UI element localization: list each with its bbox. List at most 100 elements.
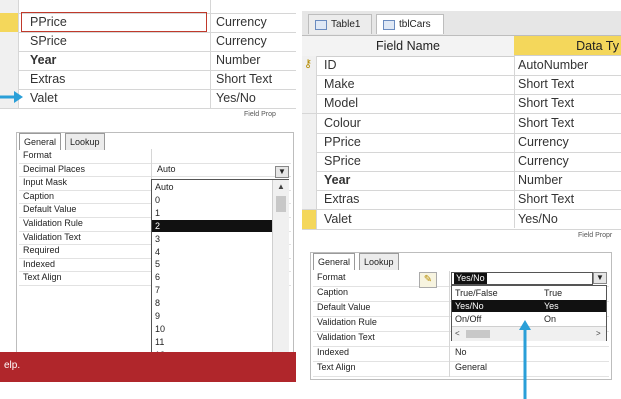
property-value[interactable]: Auto — [157, 163, 176, 176]
field-row[interactable]: ⚷ ID AutoNumber — [302, 56, 621, 76]
data-type-cell[interactable]: Short Text — [518, 96, 574, 110]
field-row[interactable]: PPrice Currency — [302, 132, 621, 153]
field-name-cell[interactable]: Extras — [324, 192, 359, 206]
field-name-cell[interactable]: PPrice — [21, 12, 207, 32]
row-selector — [0, 0, 19, 13]
field-name-cell[interactable]: SPrice — [30, 34, 67, 48]
tab-lookup[interactable]: Lookup — [359, 253, 399, 270]
field-row[interactable]: Extras Short Text — [0, 70, 296, 90]
field-row[interactable]: Year Number — [0, 51, 296, 71]
scroll-up-icon[interactable]: ▲ — [277, 182, 285, 191]
property-value[interactable]: General — [455, 361, 487, 374]
field-name-cell[interactable]: Colour — [324, 116, 361, 130]
property-value[interactable]: No — [455, 346, 467, 359]
format-option[interactable]: Yes/No Yes — [452, 300, 606, 313]
field-name-cell[interactable]: SPrice — [324, 154, 361, 168]
field-name-cell[interactable]: PPrice — [324, 135, 361, 149]
data-type-cell[interactable]: Number — [518, 173, 562, 187]
row-selector[interactable] — [302, 75, 317, 95]
row-selector[interactable] — [302, 94, 317, 114]
row-selector[interactable] — [302, 132, 317, 152]
tab-tblcars[interactable]: tblCars — [376, 14, 444, 34]
chevron-down-icon[interactable]: ▼ — [593, 272, 607, 284]
row-selector[interactable] — [0, 51, 19, 70]
row-selector[interactable]: ⚷ — [302, 56, 317, 75]
format-option[interactable]: True/False True — [452, 287, 606, 299]
dropdown-option[interactable]: 2 — [152, 219, 273, 232]
data-type-cell[interactable]: Yes/No — [216, 91, 256, 105]
field-name-cell[interactable]: Year — [30, 53, 56, 67]
field-name-cell[interactable]: Model — [324, 96, 358, 110]
data-type-cell[interactable]: Currency — [216, 15, 267, 29]
data-type-cell[interactable]: Currency — [216, 34, 267, 48]
field-row[interactable]: Colour Short Text — [302, 113, 621, 134]
field-row[interactable]: Extras Short Text — [302, 190, 621, 211]
dropdown-option[interactable]: 7 — [152, 284, 265, 296]
row-selector[interactable] — [302, 113, 317, 133]
data-type-cell[interactable]: Currency — [518, 154, 569, 168]
field-name-cell[interactable]: Year — [324, 173, 350, 187]
field-name-cell[interactable]: ID — [324, 58, 337, 72]
data-type-cell[interactable]: Short Text — [518, 116, 574, 130]
field-name-cell[interactable]: Valet — [324, 212, 352, 226]
field-name-cell[interactable]: Valet — [30, 91, 58, 105]
field-row[interactable]: SPrice Currency — [0, 32, 296, 52]
property-label: Decimal Places — [23, 163, 86, 174]
field-row[interactable]: Valet Yes/No — [302, 209, 621, 230]
data-type-cell[interactable]: Short Text — [518, 192, 574, 206]
field-row[interactable]: Make Short Text — [302, 75, 621, 96]
property-row[interactable]: Decimal Places Auto — [19, 163, 291, 178]
dropdown-scrollbar[interactable]: ▲ — [272, 180, 289, 374]
data-type-cell[interactable]: AutoNumber — [518, 58, 588, 72]
field-row[interactable]: PPrice Currency — [0, 12, 296, 33]
scroll-thumb[interactable] — [276, 196, 286, 212]
field-row-cutoff — [0, 0, 296, 14]
field-properties-label: Field Prop — [244, 111, 276, 118]
data-type-cell[interactable]: Short Text — [518, 77, 574, 91]
format-combo-value: Yes/No — [454, 273, 487, 284]
tab-lookup[interactable]: Lookup — [65, 133, 105, 150]
row-selector[interactable] — [302, 152, 317, 171]
builder-icon[interactable]: ✎ — [419, 272, 437, 288]
format-combo[interactable]: Yes/No — [451, 272, 593, 285]
dropdown-option[interactable]: 8 — [152, 297, 265, 309]
field-row[interactable]: Valet Yes/No — [0, 89, 296, 109]
data-type-cell[interactable]: Yes/No — [518, 212, 558, 226]
row-selector[interactable] — [0, 70, 19, 89]
dropdown-option[interactable]: Auto — [152, 181, 265, 193]
tab-general[interactable]: General — [313, 253, 356, 270]
row-selector[interactable] — [302, 209, 317, 229]
dropdown-option[interactable]: 10 — [152, 323, 265, 335]
dropdown-option[interactable]: 4 — [152, 246, 265, 258]
property-label: Caption — [23, 190, 55, 201]
dropdown-option[interactable]: 0 — [152, 194, 265, 206]
scroll-right-icon[interactable]: > — [596, 329, 601, 338]
row-selector[interactable] — [0, 13, 19, 32]
dropdown-option[interactable]: 3 — [152, 233, 265, 245]
field-name-cell[interactable]: Extras — [30, 72, 65, 86]
data-type-cell[interactable]: Short Text — [216, 72, 272, 86]
property-row[interactable]: Indexed No — [313, 346, 609, 362]
chevron-down-icon[interactable]: ▼ — [275, 166, 289, 178]
dropdown-option[interactable]: 1 — [152, 207, 265, 219]
property-row[interactable]: Text Align General — [313, 361, 609, 377]
scroll-left-icon[interactable]: < — [455, 329, 460, 338]
dropdown-option[interactable]: 11 — [152, 336, 265, 348]
data-type-cell[interactable]: Number — [216, 53, 260, 67]
row-selector[interactable] — [302, 190, 317, 210]
field-row[interactable]: Year Number — [302, 171, 621, 192]
data-type-cell[interactable]: Currency — [518, 135, 569, 149]
decimal-places-dropdown[interactable]: Auto012345678910111213 ▲ — [151, 179, 289, 375]
row-selector[interactable] — [0, 32, 19, 51]
scroll-thumb[interactable] — [466, 330, 490, 338]
tab-general[interactable]: General — [19, 133, 62, 150]
dropdown-option[interactable]: 5 — [152, 258, 265, 270]
row-selector[interactable] — [302, 171, 317, 191]
field-row[interactable]: Model Short Text — [302, 94, 621, 115]
property-row[interactable]: Format — [19, 149, 291, 164]
dropdown-option[interactable]: 9 — [152, 310, 265, 322]
field-name-cell[interactable]: Make — [324, 77, 355, 91]
field-row[interactable]: SPrice Currency — [302, 152, 621, 172]
tab-table1[interactable]: Table1 — [308, 14, 372, 34]
dropdown-option[interactable]: 6 — [152, 271, 265, 283]
